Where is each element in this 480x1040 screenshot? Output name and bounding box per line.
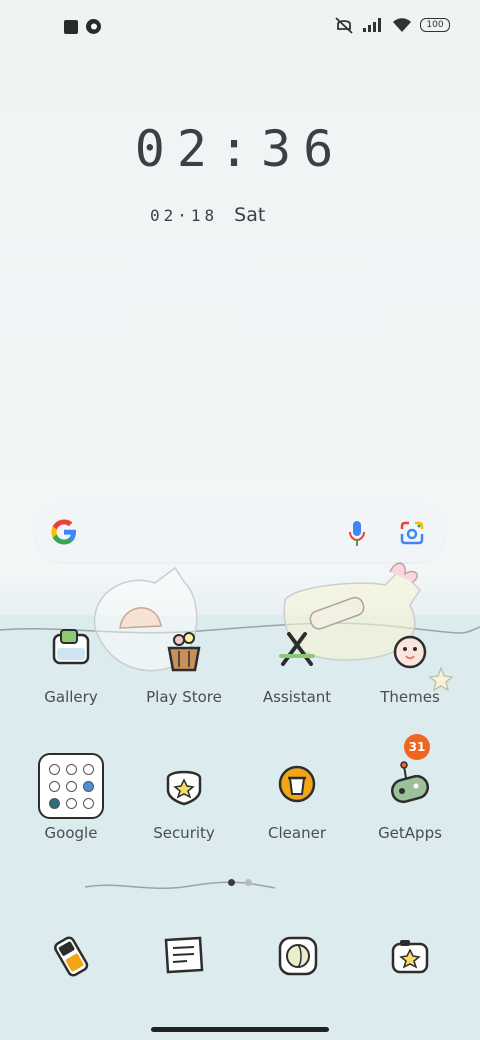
folder-google[interactable]: Google (16, 753, 126, 842)
google-search-bar[interactable] (35, 504, 445, 562)
google-logo-icon (51, 519, 76, 545)
page-dot-active (228, 879, 235, 886)
clock-date[interactable]: 02·18 Sat (150, 204, 265, 226)
themes-icon (380, 620, 440, 680)
app-cleaner[interactable]: Cleaner (242, 756, 352, 842)
home-indicator[interactable] (151, 1027, 329, 1032)
app-label: GetApps (378, 824, 442, 842)
app-play-store[interactable]: Play Store (129, 620, 239, 706)
camera-icon[interactable] (380, 926, 440, 986)
battery-level: 100 (426, 20, 444, 30)
app-label: Play Store (146, 688, 222, 706)
app-security[interactable]: Security (129, 756, 239, 842)
notification-badge: 31 (404, 734, 430, 760)
assistant-icon (267, 620, 327, 680)
microphone-icon[interactable] (347, 520, 367, 548)
gallery-icon (41, 620, 101, 680)
google-lens-icon[interactable] (399, 520, 425, 546)
play-store-icon (154, 620, 214, 680)
app-label: Gallery (44, 688, 98, 706)
signal-icon (363, 18, 381, 32)
app-gallery[interactable]: Gallery (16, 620, 126, 706)
app-label: Google (44, 824, 98, 842)
getapps-icon: 31 (380, 734, 440, 816)
app-label: Assistant (262, 688, 332, 706)
browser-icon[interactable] (268, 926, 328, 986)
app-assistant[interactable]: Assistant (242, 620, 352, 706)
wifi-icon (393, 18, 411, 32)
date-value: 02·18 (150, 206, 219, 225)
google-folder-icon (38, 753, 104, 819)
cleaner-icon (267, 756, 327, 816)
day-of-week: Sat (234, 204, 266, 226)
app-notification-icon (86, 19, 101, 34)
app-themes[interactable]: Themes (355, 620, 465, 706)
clock-time[interactable]: 02:36 (0, 120, 480, 178)
security-icon (154, 756, 214, 816)
page-indicator[interactable] (228, 879, 252, 886)
battery-icon: 100 (420, 18, 450, 32)
app-label: Cleaner (268, 824, 326, 842)
app-getapps[interactable]: 31 GetApps (355, 734, 465, 842)
messages-icon[interactable] (154, 926, 214, 986)
phone-icon[interactable] (42, 926, 102, 986)
app-label: Themes (380, 688, 440, 706)
page-dot (245, 879, 252, 886)
silent-icon (335, 17, 353, 34)
notification-square-icon (64, 20, 78, 34)
status-bar: 100 (0, 0, 480, 56)
app-label: Security (153, 824, 215, 842)
